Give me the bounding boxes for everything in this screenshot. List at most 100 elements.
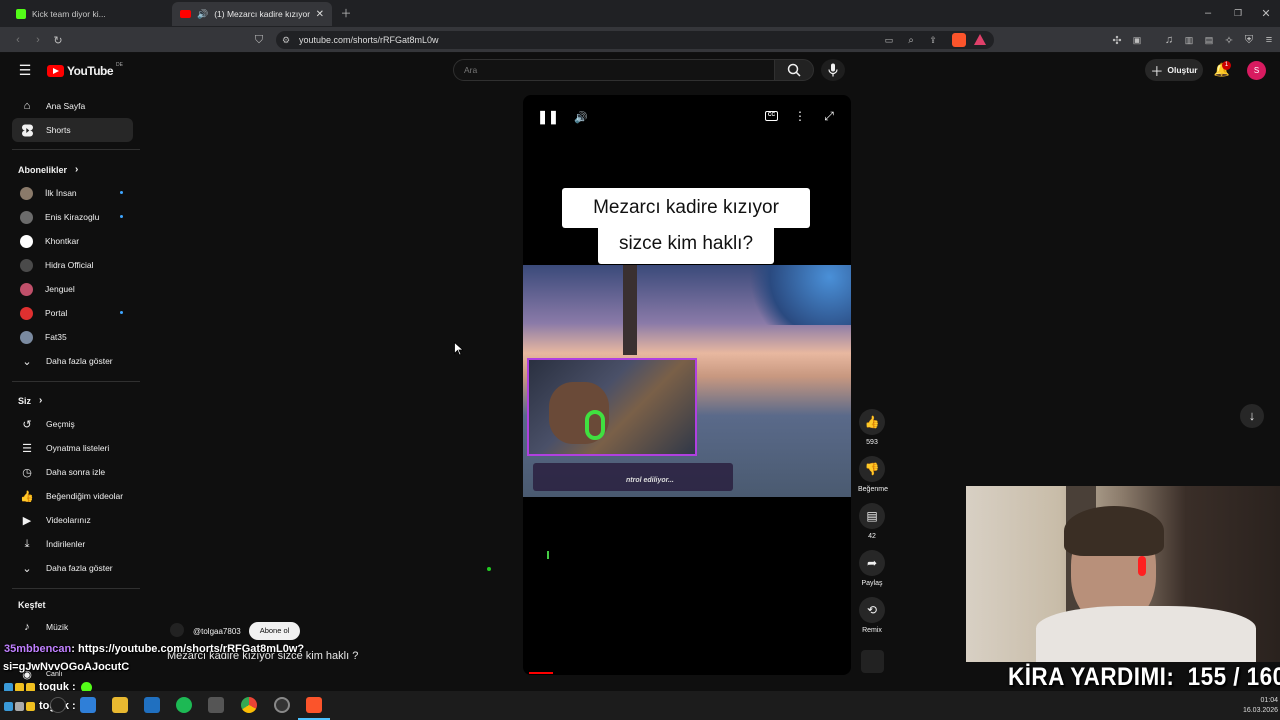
sidebar-item-label: Beğendiğim videolar (46, 491, 124, 501)
sidebar-item-subscription[interactable]: Jenguel (12, 277, 133, 301)
new-tab-icon[interactable]: ＋ (338, 5, 354, 21)
brave-icon[interactable] (306, 697, 322, 713)
cast-icon[interactable]: ▭ (882, 33, 896, 47)
search-placeholder: Ara (464, 65, 478, 75)
sidebar-item-label: Fat35 (45, 332, 67, 342)
sidebar-item-playlist[interactable]: ☰ Oynatma listeleri (12, 436, 133, 460)
chat-message-1: 35mbbencan: https://youtube.com/shorts/r… (4, 643, 304, 655)
sidebar-item-subscription[interactable]: Khontkar (12, 229, 133, 253)
bookmark-icon[interactable]: ⛉ (251, 32, 267, 48)
brave-shield-icon[interactable] (952, 33, 966, 47)
captions-icon[interactable]: CC (765, 111, 778, 121)
search-taskbar-icon[interactable] (50, 697, 66, 713)
site-info-icon[interactable]: ⚙ (280, 34, 292, 46)
sound-thumbnail[interactable] (861, 650, 884, 673)
forward-icon[interactable]: › (30, 32, 46, 48)
clock-time: 01:04 (1260, 697, 1278, 704)
brave-rewards-icon[interactable] (974, 34, 986, 45)
badge-icon (15, 701, 24, 711)
caption-line-2: sizce kim haklı? (598, 224, 774, 264)
sidebar-item-like[interactable]: 👍 Beğendiğim videolar (12, 484, 133, 508)
create-button[interactable]: ＋ Oluştur (1145, 59, 1203, 81)
back-icon[interactable]: ‹ (10, 32, 26, 48)
search-button[interactable] (774, 59, 814, 81)
wallet-icon[interactable]: ▣ (1130, 33, 1144, 47)
browser-taskbar-icon[interactable] (80, 697, 96, 713)
next-short-down-arrow-icon[interactable]: ↓ (1240, 404, 1264, 428)
sidebar-item-subscription[interactable]: Fat35 (12, 325, 133, 349)
sidebar-item-video[interactable]: ▶ Videolarınız (12, 508, 133, 532)
store-icon[interactable] (144, 697, 160, 713)
you-header[interactable]: Siz › (18, 395, 42, 406)
volume-icon[interactable]: 🔊 (573, 110, 589, 124)
account-avatar[interactable]: S (1247, 61, 1266, 80)
show-more-subscriptions[interactable]: ⌄ Daha fazla göster (12, 349, 133, 373)
sidebar-item-shorts[interactable]: Shorts (12, 118, 133, 142)
extensions-icon[interactable]: ✣ (1110, 33, 1124, 47)
minimize-icon[interactable]: – (1200, 5, 1216, 21)
close-window-icon[interactable]: ✕ (1258, 5, 1274, 21)
file-explorer-icon[interactable] (112, 697, 128, 713)
youtube-favicon-icon (180, 10, 191, 18)
new-content-dot (120, 191, 123, 194)
subscriptions-header[interactable]: Abonelikler › (18, 164, 78, 175)
search-input[interactable]: Ara (453, 59, 775, 81)
calculator-icon[interactable] (208, 697, 224, 713)
show-more-you[interactable]: ⌄ Daha fazla göster (12, 556, 133, 580)
sidebar-item-label: Ana Sayfa (46, 101, 86, 111)
progress-bar[interactable] (529, 672, 553, 674)
sidebar-item-download[interactable]: ⤓ İndirilenler (12, 532, 133, 556)
sidebar-item-music[interactable]: ♪ Müzik (12, 615, 133, 639)
video-frame: ntrol ediliyor... (523, 265, 851, 497)
channel-name[interactable]: @tolgaa7803 (193, 627, 241, 636)
close-tab-icon[interactable]: ✕ (316, 9, 324, 20)
system-clock[interactable]: 01:04 16.03.2026 (1236, 696, 1278, 716)
plus-icon: ＋ (1150, 63, 1164, 79)
voice-search-button[interactable] (821, 59, 845, 81)
comments-button[interactable]: ▤ 42 (858, 503, 886, 540)
channel-avatar-icon (20, 330, 33, 344)
subscribe-button[interactable]: Abone ol (249, 622, 300, 640)
sidebar-item-subscription[interactable]: Portal (12, 301, 133, 325)
sidebar-item-clock[interactable]: ◷ Daha sonra izle (12, 460, 133, 484)
youtube-logo[interactable]: YouTube DE (47, 62, 123, 78)
tab-youtube[interactable]: 🔊 (1) Mezarcı kadire kızıyor sizc ✕ (172, 2, 332, 26)
channel-avatar-icon (20, 282, 33, 296)
restore-icon[interactable]: ❐ (1230, 5, 1246, 21)
reload-icon[interactable]: ↻ (50, 32, 66, 48)
sidebar-item-subscription[interactable]: Hidra Official (12, 253, 133, 277)
obs-icon[interactable] (274, 697, 290, 713)
new-content-dot (120, 311, 123, 314)
leo-ai-icon[interactable]: ✧ (1222, 33, 1236, 47)
zoom-icon[interactable]: ⌕ (904, 33, 918, 47)
home-icon: ⌂ (23, 100, 31, 112)
sidebar-icon[interactable]: ▥ (1182, 33, 1196, 47)
dislike-button[interactable]: 👎 Beğenme (858, 456, 888, 493)
pause-icon[interactable]: ❚❚ (537, 109, 559, 124)
media-icon[interactable]: ♫ (1162, 33, 1176, 47)
sidebar-item-home[interactable]: ⌂ Ana Sayfa (12, 94, 133, 118)
shorts-video-player[interactable]: ntrol ediliyor... Mezarcı kadire kızıyor… (523, 95, 851, 675)
share-label: Paylaş (861, 580, 883, 587)
remix-button[interactable]: ⟲ Remix (858, 597, 886, 634)
tab-kick[interactable]: Kick team diyor ki... (8, 2, 168, 26)
channel-avatar[interactable] (170, 623, 184, 637)
caption-box: Mezarcı kadire kızıyor sizce kim haklı? (562, 188, 810, 264)
like-button[interactable]: 👍 593 (858, 409, 886, 446)
fullscreen-icon[interactable]: ⤢ (822, 109, 836, 123)
vpn-icon[interactable]: ⛨ (1242, 33, 1256, 47)
share-page-icon[interactable]: ⇪ (926, 33, 940, 47)
streamer-webcam-in-video (527, 358, 697, 456)
sidebar-item-subscription[interactable]: Enis Kirazoglu (12, 205, 133, 229)
share-button[interactable]: ➦ Paylaş (858, 550, 886, 587)
spotify-icon[interactable] (176, 697, 192, 713)
guide-menu-icon[interactable]: ☰ (17, 62, 33, 78)
headset (585, 410, 605, 440)
search-icon (787, 63, 801, 77)
sidebar-item-history[interactable]: ↺ Geçmiş (12, 412, 133, 436)
more-options-icon[interactable]: ⋮ (793, 109, 807, 123)
tab-wallet-icon[interactable]: ▤ (1202, 33, 1216, 47)
menu-icon[interactable]: ≡ (1262, 33, 1276, 47)
sidebar-item-subscription[interactable]: İlk İnsan (12, 181, 133, 205)
chrome-icon[interactable] (241, 697, 257, 713)
